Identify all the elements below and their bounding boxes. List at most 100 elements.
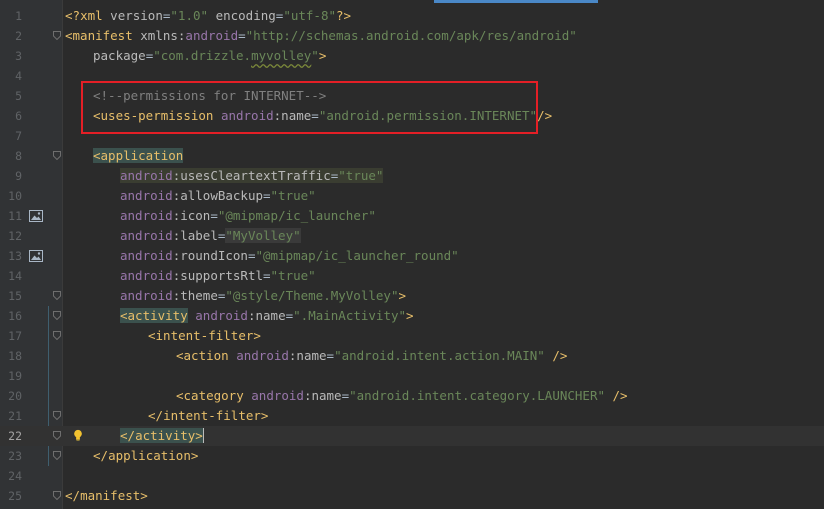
line-number: 23 bbox=[8, 449, 22, 463]
line-number: 9 bbox=[15, 169, 22, 183]
code-text[interactable]: android:roundIcon="@mipmap/ic_launcher_r… bbox=[120, 246, 459, 266]
code-token: > bbox=[398, 288, 406, 303]
code-line[interactable]: 16 <activity android:name=".MainActivity"… bbox=[0, 306, 824, 326]
code-token: < bbox=[176, 348, 184, 363]
line-number: 20 bbox=[8, 389, 22, 403]
code-line[interactable]: 17 <intent-filter> bbox=[0, 326, 824, 346]
code-line[interactable]: 10 android:allowBackup="true" bbox=[0, 186, 824, 206]
code-line[interactable]: 1 <?xml version="1.0" encoding="utf-8"?> bbox=[0, 6, 824, 26]
code-line[interactable]: 11 android:icon="@mipmap/ic_launcher" bbox=[0, 206, 824, 226]
code-token: "@mipmap/ic_launcher_round" bbox=[255, 248, 459, 263]
fold-icon[interactable] bbox=[53, 291, 61, 300]
lightbulb-icon[interactable] bbox=[72, 428, 84, 442]
code-line[interactable]: 22 </activity> bbox=[0, 426, 824, 446]
fold-icon[interactable] bbox=[53, 451, 61, 460]
code-token: xml bbox=[80, 8, 111, 23]
code-line[interactable]: 3 package="com.drizzle.myvolley"> bbox=[0, 46, 824, 66]
code-line[interactable]: 25 </manifest> bbox=[0, 486, 824, 506]
line-number: 14 bbox=[8, 269, 22, 283]
code-token: "http://schemas.android.com/apk/res/andr… bbox=[245, 28, 577, 43]
code-editor[interactable]: 1 <?xml version="1.0" encoding="utf-8"?> 2… bbox=[0, 0, 824, 509]
code-line[interactable]: 12 android:label="MyVolley" bbox=[0, 226, 824, 246]
code-token: android bbox=[185, 28, 239, 43]
code-text[interactable]: </intent-filter> bbox=[148, 406, 268, 426]
fold-icon[interactable] bbox=[53, 331, 61, 340]
code-text[interactable]: package="com.drizzle.myvolley"> bbox=[93, 46, 326, 66]
code-text[interactable]: </activity> bbox=[120, 426, 204, 446]
code-token: intent-filter bbox=[155, 328, 254, 343]
code-token: "com.drizzle. bbox=[153, 48, 252, 63]
code-token: "1.0" bbox=[170, 8, 209, 23]
code-token: category bbox=[183, 388, 252, 403]
code-text[interactable]: android:icon="@mipmap/ic_launcher" bbox=[120, 206, 376, 226]
code-text[interactable]: android:theme="@style/Theme.MyVolley"> bbox=[120, 286, 406, 306]
code-token: myvolley bbox=[251, 48, 312, 63]
code-text[interactable]: <application bbox=[93, 146, 184, 166]
fold-icon[interactable] bbox=[53, 311, 61, 320]
code-line[interactable]: 23 </application> bbox=[0, 446, 824, 466]
line-number: 5 bbox=[15, 89, 22, 103]
fold-icon[interactable] bbox=[53, 31, 61, 40]
code-text[interactable]: <activity android:name=".MainActivity"> bbox=[120, 306, 414, 326]
line-number: 25 bbox=[8, 489, 22, 503]
code-token: activity bbox=[135, 428, 196, 443]
code-token: encoding bbox=[215, 8, 276, 23]
code-token: /> bbox=[537, 108, 553, 123]
code-line[interactable]: 2 <manifest xmlns:android="http://schemas… bbox=[0, 26, 824, 46]
highlight-box bbox=[81, 81, 538, 134]
code-line[interactable]: 15 android:theme="@style/Theme.MyVolley"> bbox=[0, 286, 824, 306]
code-token: = bbox=[326, 348, 335, 363]
line-number: 7 bbox=[15, 129, 22, 143]
code-line[interactable]: 19 bbox=[0, 366, 824, 386]
code-token: > bbox=[195, 428, 203, 443]
code-token: manifest bbox=[72, 28, 141, 43]
code-text[interactable]: android:allowBackup="true" bbox=[120, 186, 316, 206]
code-token: android bbox=[236, 348, 289, 363]
code-text[interactable]: android:label="MyVolley" bbox=[120, 226, 301, 246]
code-token: = bbox=[238, 28, 246, 43]
code-text[interactable]: <action android:name="android.intent.act… bbox=[176, 346, 567, 366]
line-number: 12 bbox=[8, 229, 22, 243]
line-number: 19 bbox=[8, 369, 22, 383]
code-token: :roundIcon bbox=[172, 248, 248, 263]
code-text[interactable]: <?xml version="1.0" encoding="utf-8"?> bbox=[65, 6, 351, 26]
line-number: 11 bbox=[8, 209, 22, 223]
code-text[interactable]: <manifest xmlns:android="http://schemas.… bbox=[65, 26, 577, 46]
image-icon[interactable] bbox=[29, 250, 43, 262]
code-token: package bbox=[93, 48, 146, 63]
code-token: :usesCleartextTraffic bbox=[172, 168, 331, 183]
code-line[interactable]: 21 </intent-filter> bbox=[0, 406, 824, 426]
code-token: <? bbox=[65, 8, 81, 23]
code-token: android bbox=[120, 168, 173, 183]
code-line[interactable]: 14 android:supportsRtl="true" bbox=[0, 266, 824, 286]
code-line[interactable]: 24 bbox=[0, 466, 824, 486]
fold-icon[interactable] bbox=[53, 431, 61, 440]
line-number: 13 bbox=[8, 249, 22, 263]
code-token: activity bbox=[127, 308, 188, 323]
code-text[interactable]: </manifest> bbox=[65, 486, 148, 506]
code-token: </ bbox=[65, 488, 81, 503]
code-text[interactable]: android:usesCleartextTraffic="true" bbox=[120, 166, 384, 186]
code-line[interactable]: 18 <action android:name="android.intent.a… bbox=[0, 346, 824, 366]
code-text[interactable]: <category android:name="android.intent.c… bbox=[176, 386, 628, 406]
code-line[interactable]: 13 android:roundIcon="@mipmap/ic_launcher… bbox=[0, 246, 824, 266]
code-token: version bbox=[110, 8, 163, 23]
code-line[interactable]: 20 <category android:name="android.intent… bbox=[0, 386, 824, 406]
line-number: 3 bbox=[15, 49, 22, 63]
code-line[interactable]: 8 <application bbox=[0, 146, 824, 166]
code-line[interactable]: 9 android:usesCleartextTraffic="true" bbox=[0, 166, 824, 186]
code-text[interactable]: <intent-filter> bbox=[148, 326, 261, 346]
code-token: < bbox=[176, 388, 184, 403]
code-text[interactable]: android:supportsRtl="true" bbox=[120, 266, 316, 286]
code-text[interactable]: </application> bbox=[93, 446, 198, 466]
code-token: :icon bbox=[172, 208, 211, 223]
code-token: " bbox=[311, 48, 319, 63]
image-icon[interactable] bbox=[29, 210, 43, 222]
fold-icon[interactable] bbox=[53, 411, 61, 420]
line-number: 8 bbox=[15, 149, 22, 163]
fold-icon[interactable] bbox=[53, 151, 61, 160]
fold-icon[interactable] bbox=[53, 491, 61, 500]
code-token: > bbox=[260, 408, 269, 423]
code-token: android bbox=[120, 208, 173, 223]
code-token: manifest bbox=[80, 488, 141, 503]
